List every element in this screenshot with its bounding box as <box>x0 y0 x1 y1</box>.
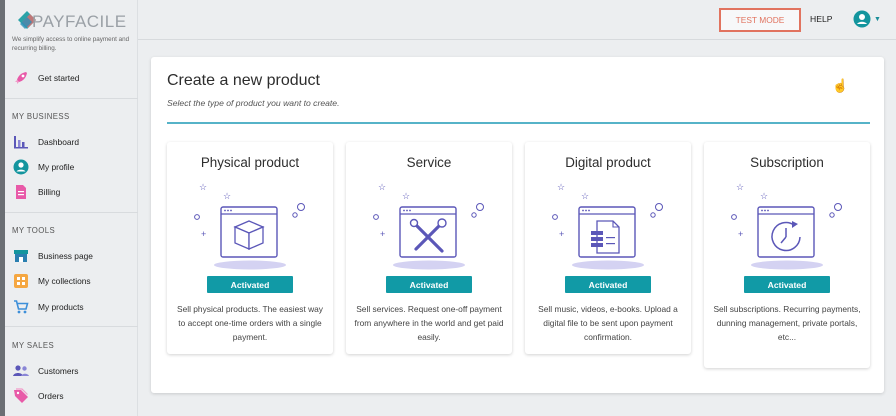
section-heading-my-sales: MY SALES <box>12 341 55 350</box>
user-circle-icon <box>12 158 30 176</box>
box-illustration-icon: ☆ ☆ + <box>194 182 305 270</box>
sidebar-item-label: Dashboard <box>38 137 79 147</box>
cart-icon <box>12 298 30 316</box>
sidebar-item-label: Get started <box>38 73 80 83</box>
svg-text:☆: ☆ <box>736 182 744 192</box>
people-icon <box>12 362 30 380</box>
card-title: Subscription <box>750 155 824 170</box>
hand-cursor-icon: ☝ <box>832 78 849 93</box>
svg-text:+: + <box>559 229 564 239</box>
sidebar-item-orders[interactable]: Orders <box>12 385 64 407</box>
svg-text:+: + <box>201 229 206 239</box>
svg-text:☆: ☆ <box>402 191 410 201</box>
svg-text:☆: ☆ <box>199 182 207 192</box>
card-description: Sell music, videos, e-books. Upload a di… <box>538 304 678 342</box>
status-badge: Activated <box>744 276 830 293</box>
create-product-panel: Create a new product Select the type of … <box>151 57 884 393</box>
sidebar-item-label: Orders <box>38 391 64 401</box>
product-card-subscription[interactable]: Subscription ☆ ☆ + Activated Sell subscr… <box>704 142 870 368</box>
collection-icon <box>12 272 30 290</box>
title-divider <box>167 122 870 124</box>
card-title: Digital product <box>565 155 651 170</box>
card-title: Service <box>406 155 452 170</box>
sidebar-item-label: Customers <box>38 366 79 376</box>
sidebar-item-label: Business page <box>38 251 93 261</box>
sidebar-divider <box>5 212 138 213</box>
card-title: Physical product <box>200 155 300 170</box>
chevron-down-icon: ▼ <box>874 15 881 23</box>
page-subtitle: Select the type of product you want to c… <box>167 98 340 108</box>
sidebar-divider <box>5 98 138 99</box>
sidebar-item-dashboard[interactable]: Dashboard <box>12 131 79 153</box>
svg-text:☆: ☆ <box>557 182 565 192</box>
test-mode-button[interactable]: TEST MODE <box>719 8 801 32</box>
product-card-service[interactable]: Service ☆ ☆ + Activated Sell services. R… <box>346 142 512 354</box>
bar-chart-icon <box>12 133 30 151</box>
recurring-clock-illustration-icon: ☆ ☆ + <box>731 182 842 270</box>
section-heading-my-business: MY BUSINESS <box>12 112 70 121</box>
tools-illustration-icon: ☆ ☆ + <box>373 182 484 270</box>
help-link[interactable]: HELP <box>810 14 832 24</box>
product-card-digital[interactable]: Digital product ☆ ☆ + Activated Sell mus… <box>525 142 691 354</box>
account-circle-icon <box>853 10 871 28</box>
sidebar: PAYFACILE We simplify access to online p… <box>0 0 138 416</box>
svg-text:☆: ☆ <box>378 182 386 192</box>
svg-text:+: + <box>380 229 385 239</box>
status-badge: Activated <box>565 276 651 293</box>
product-card-physical[interactable]: Physical product ☆ ☆ + Activated Sell ph… <box>167 142 333 354</box>
sidebar-item-label: My products <box>38 302 84 312</box>
sidebar-item-business-page[interactable]: Business page <box>12 245 93 267</box>
card-description: Sell subscriptions. Recurring payments, … <box>713 304 861 342</box>
svg-text:+: + <box>738 229 743 239</box>
svg-text:☆: ☆ <box>223 191 231 201</box>
rocket-icon <box>12 69 30 87</box>
top-bar: TEST MODE HELP ▼ <box>138 0 896 40</box>
sidebar-item-label: My collections <box>38 276 91 286</box>
sidebar-item-billing[interactable]: Billing <box>12 181 60 203</box>
storefront-icon <box>12 247 30 265</box>
file-illustration-icon: ☆ ☆ + <box>552 182 663 270</box>
tags-icon <box>12 387 30 405</box>
section-heading-my-tools: MY TOOLS <box>12 226 56 235</box>
brand-tagline: We simplify access to online payment and… <box>12 36 130 52</box>
sidebar-item-my-profile[interactable]: My profile <box>12 156 74 178</box>
card-description: Sell services. Request one-off payment f… <box>354 304 504 342</box>
svg-text:☆: ☆ <box>760 191 768 201</box>
brand-logo[interactable]: PAYFACILE We simplify access to online p… <box>12 6 134 56</box>
card-description: Sell physical products. The easiest way … <box>176 304 323 342</box>
sidebar-item-get-started[interactable]: Get started <box>12 67 79 89</box>
account-menu[interactable]: ▼ <box>853 10 881 28</box>
sidebar-item-label: Billing <box>38 187 61 197</box>
sidebar-item-label: My profile <box>38 162 75 172</box>
document-icon <box>12 183 30 201</box>
brand-name: PAYFACILE <box>32 12 127 31</box>
status-badge: Activated <box>386 276 472 293</box>
svg-text:☆: ☆ <box>581 191 589 201</box>
page-title: Create a new product <box>167 72 320 89</box>
sidebar-scrollbar[interactable] <box>0 0 5 416</box>
sidebar-item-my-collections[interactable]: My collections <box>12 270 91 292</box>
sidebar-item-my-products[interactable]: My products <box>12 296 84 318</box>
sidebar-divider <box>5 326 138 327</box>
status-badge: Activated <box>207 276 293 293</box>
sidebar-item-customers[interactable]: Customers <box>12 360 79 382</box>
